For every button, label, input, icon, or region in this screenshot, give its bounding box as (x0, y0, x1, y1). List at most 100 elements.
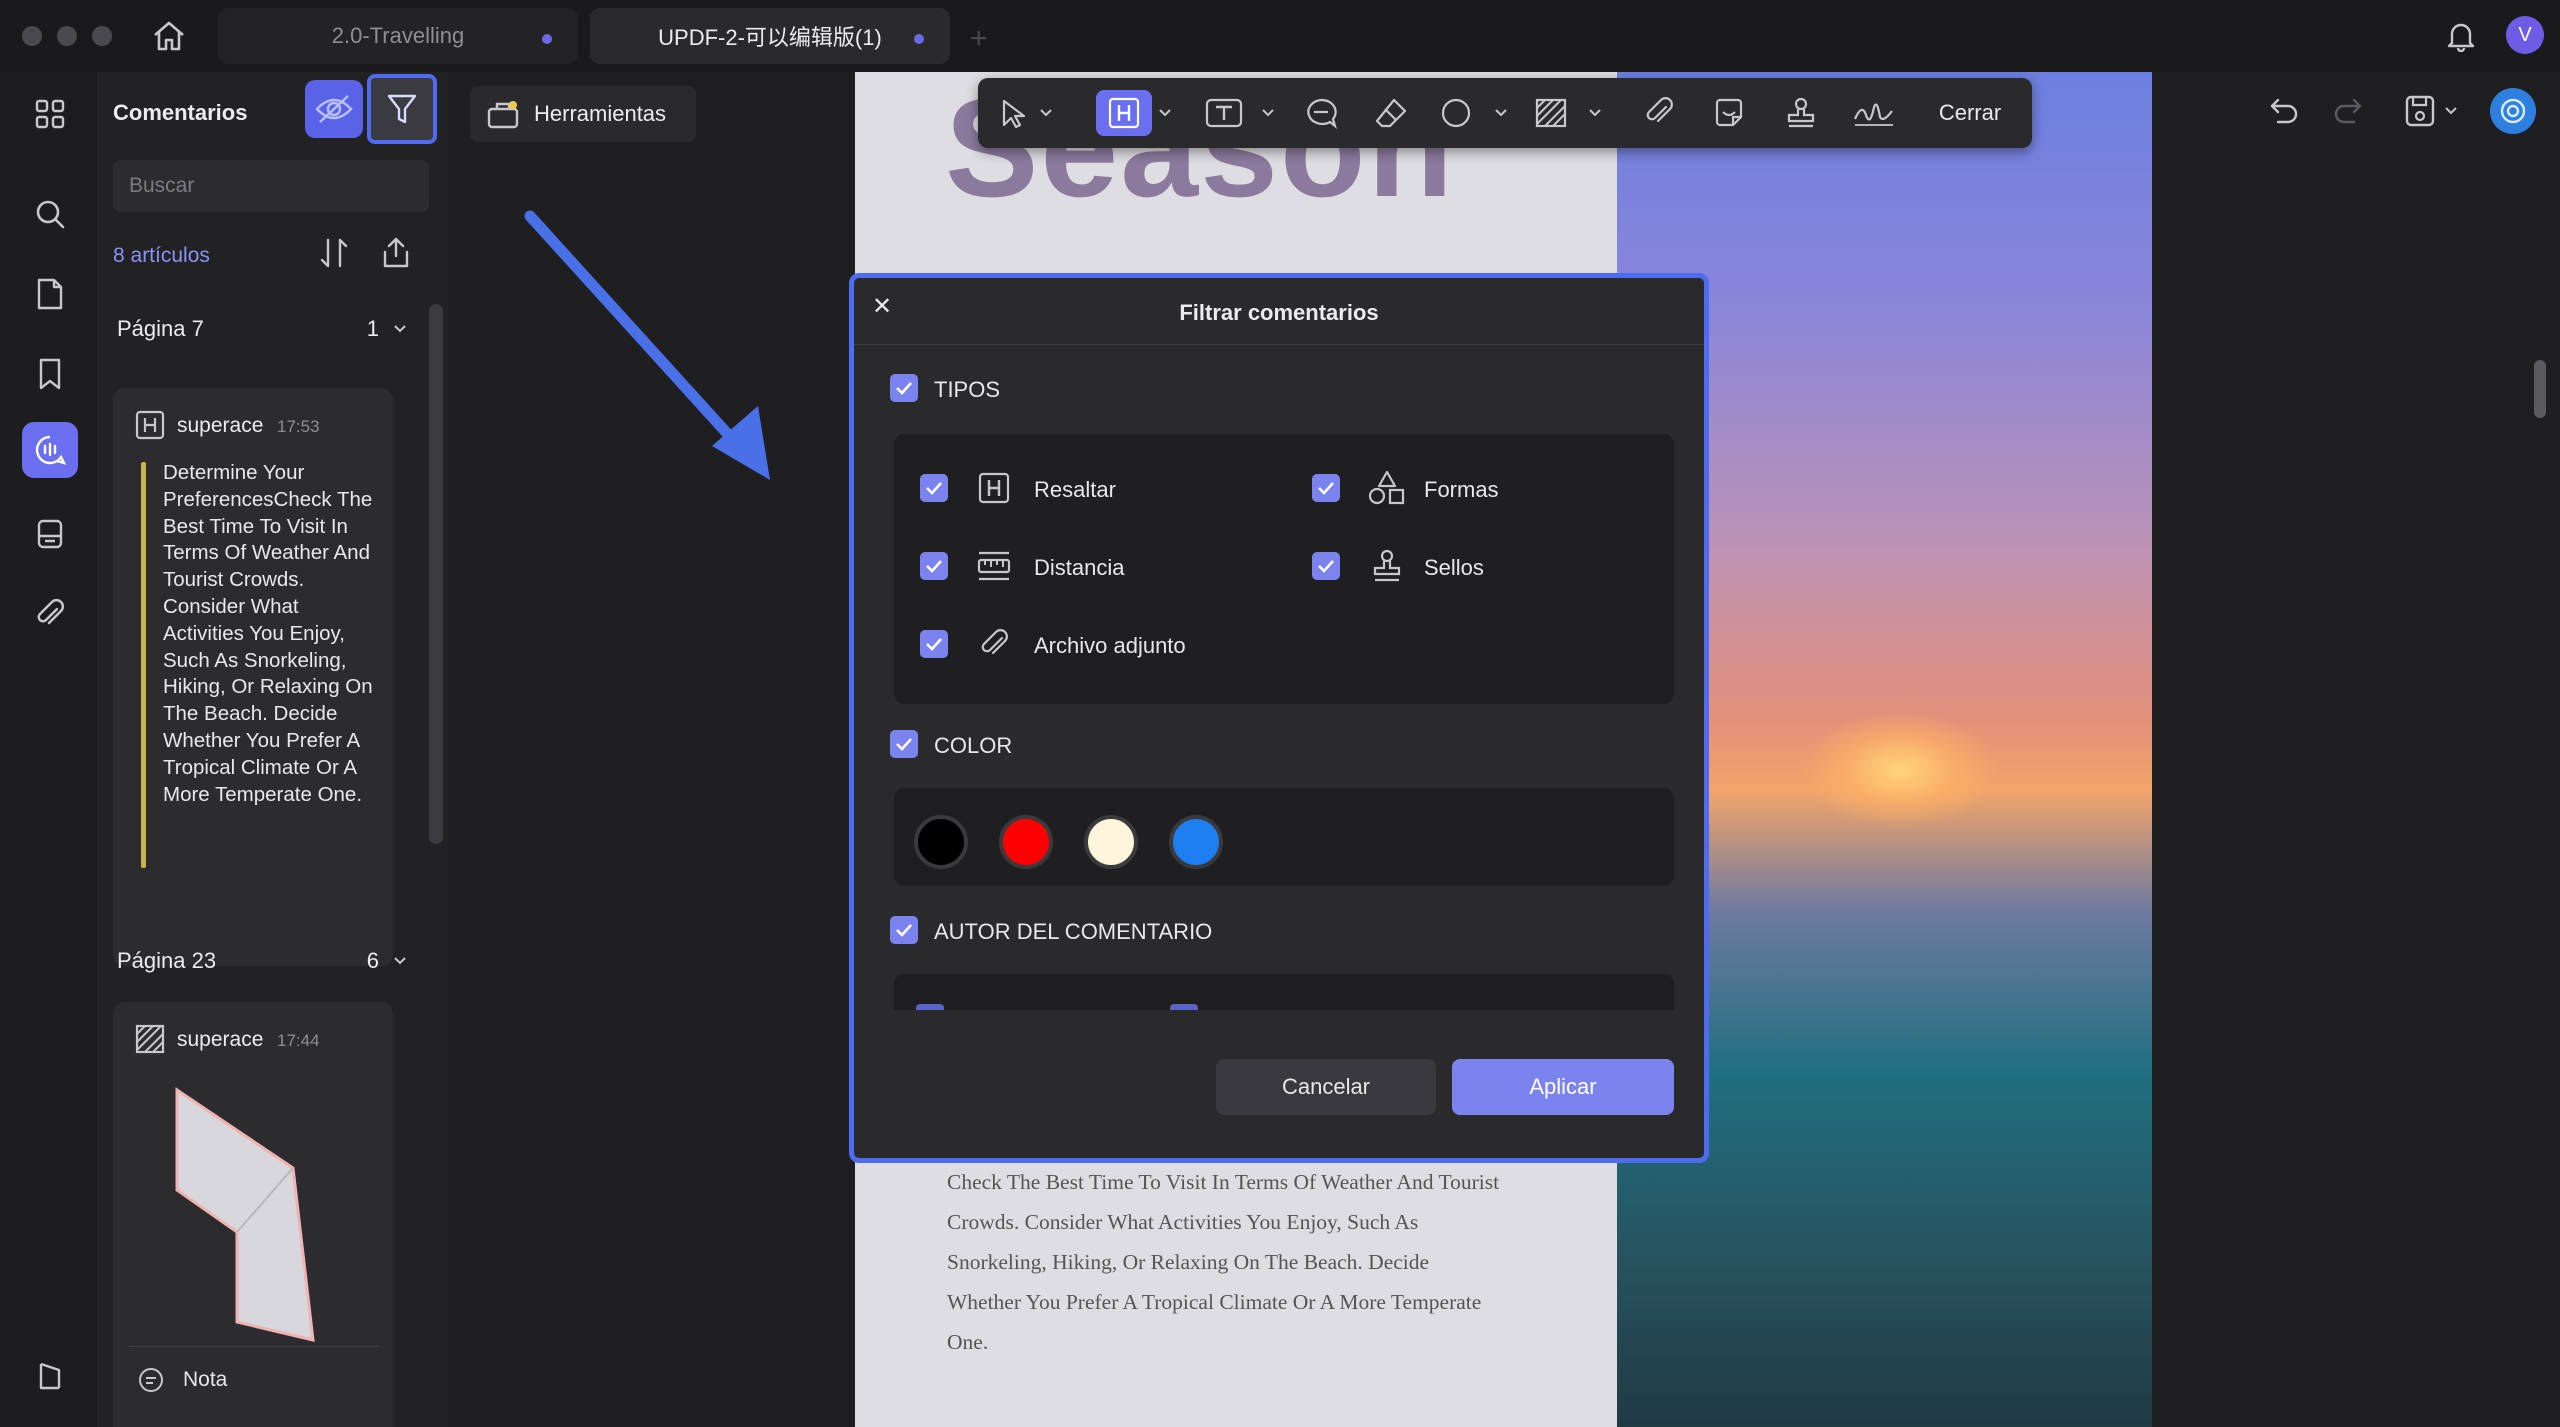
tab-label: UPDF-2-可以编辑版(1) (658, 25, 882, 50)
author-checkbox-partial[interactable] (916, 1004, 944, 1010)
highlight-bar (141, 462, 146, 868)
search-icon[interactable] (22, 186, 78, 242)
window-zoom-button[interactable] (92, 26, 112, 46)
sticker-icon (1715, 98, 1743, 127)
cancel-button[interactable]: Cancelar (1216, 1059, 1436, 1115)
eraser-tool-button[interactable] (1366, 90, 1416, 136)
window-close-button[interactable] (22, 26, 42, 46)
author-checkbox-partial[interactable] (1170, 1004, 1198, 1010)
sellos-checkbox[interactable] (1312, 552, 1340, 580)
type-label: Sellos (1424, 555, 1484, 580)
attach-tool-button[interactable] (1636, 90, 1682, 136)
ai-assistant-icon[interactable] (2490, 88, 2536, 134)
comment-count: 8 artículos (113, 244, 210, 267)
color-section (894, 788, 1674, 886)
add-tab-icon[interactable]: + (970, 22, 988, 56)
comments-panel-icon[interactable] (22, 422, 78, 478)
page-group-header[interactable]: Página 7 1 (117, 316, 407, 342)
signature-tool-button[interactable] (1846, 90, 1902, 136)
document-scrollbar[interactable] (2534, 360, 2546, 418)
dialog-title: Filtrar comentarios (1179, 300, 1379, 325)
note-icon (137, 1366, 165, 1394)
comments-sidebar: Comentarios Buscar 8 artículos Página 7 … (99, 72, 449, 1427)
type-label: Distancia (1034, 555, 1125, 580)
comment-card[interactable]: superace 17:53 Determine Your Preference… (113, 388, 393, 966)
tools-button[interactable]: Herramientas (470, 86, 696, 142)
apply-button[interactable]: Aplicar (1452, 1059, 1674, 1115)
comment-author: superace (177, 414, 264, 437)
comment-author: Nota (183, 1368, 228, 1391)
close-toolbar-button[interactable]: Cerrar (1922, 90, 2018, 136)
filter-comments-dialog: ✕ Filtrar comentarios TIPOS Resaltar For… (849, 273, 1709, 1163)
type-label: Formas (1424, 477, 1499, 502)
home-icon[interactable] (152, 20, 186, 52)
tab-updf[interactable]: UPDF-2-可以编辑版(1) (590, 8, 950, 64)
apps-grid-icon[interactable] (22, 86, 78, 142)
stamp-tool-button[interactable] (1776, 90, 1826, 136)
bell-icon[interactable] (2446, 20, 2476, 52)
save-icon[interactable] (2404, 94, 2464, 128)
toolbox-icon (486, 99, 520, 129)
area-tool-button[interactable] (1534, 90, 1614, 136)
color-swatch-red[interactable] (999, 815, 1053, 869)
sidebar-title: Comentarios (113, 100, 248, 125)
author-header: AUTOR DEL COMENTARIO (934, 919, 1213, 944)
color-swatch-black[interactable] (914, 815, 968, 869)
sidebar-scrollbar[interactable] (429, 304, 443, 844)
archivo-adjunto-checkbox[interactable] (920, 630, 948, 658)
speech-bubble-icon (1307, 98, 1338, 129)
forms-icon[interactable] (22, 506, 78, 562)
signature-icon (1853, 103, 1893, 126)
types-checkbox[interactable] (890, 374, 918, 402)
tab-travelling[interactable]: 2.0-Travelling (218, 8, 578, 64)
distancia-checkbox[interactable] (920, 552, 948, 580)
page-group-label: Página 23 (117, 948, 217, 973)
text-tool-button[interactable] (1198, 90, 1284, 136)
window-minimize-button[interactable] (57, 26, 77, 46)
author-section (894, 974, 1674, 1010)
bookmark-icon[interactable] (22, 346, 78, 402)
highlight-tool-button[interactable] (1096, 90, 1152, 136)
chevron-down-icon (394, 325, 406, 333)
title-bar: 2.0-Travelling UPDF-2-可以编辑版(1) + V (0, 0, 2560, 73)
sticker-tool-button[interactable] (1704, 90, 1754, 136)
search-input[interactable]: Buscar (113, 160, 429, 212)
paperclip-icon (1646, 97, 1673, 123)
undo-icon[interactable] (2268, 96, 2300, 126)
dialog-divider (854, 344, 1704, 345)
color-swatch-cream[interactable] (1084, 815, 1138, 869)
resaltar-checkbox[interactable] (920, 474, 948, 502)
author-checkbox[interactable] (890, 916, 918, 944)
filter-button[interactable] (367, 74, 437, 144)
color-checkbox[interactable] (890, 730, 918, 758)
attachment-icon[interactable] (22, 586, 78, 642)
chevron-down-icon (1159, 109, 1171, 117)
pages-icon[interactable] (22, 266, 78, 322)
shape-tool-button[interactable] (1438, 90, 1518, 136)
avatar[interactable]: V (2506, 16, 2544, 54)
color-header: COLOR (934, 733, 1013, 758)
stamp-icon (1787, 97, 1815, 128)
redo-icon[interactable] (2332, 96, 2364, 126)
ruler-icon (976, 550, 1012, 582)
page-body-text: Check The Best Time To Visit In Terms Of… (947, 1170, 1500, 1354)
comment-tool-button[interactable] (1296, 90, 1346, 136)
export-icon[interactable] (379, 236, 413, 270)
cursor-icon (1002, 99, 1052, 128)
eraser-icon (1375, 98, 1407, 128)
hide-comments-button[interactable] (305, 80, 363, 138)
comment-author: superace (177, 1028, 264, 1051)
select-tool-button[interactable] (992, 90, 1062, 136)
highlight-icon (135, 410, 165, 440)
page-group-count: 1 (366, 316, 379, 341)
comment-card[interactable]: superace 17:44 Nota (113, 1002, 393, 1427)
sort-icon[interactable] (317, 236, 351, 270)
formas-checkbox[interactable] (1312, 474, 1340, 502)
color-swatch-blue[interactable] (1169, 815, 1223, 869)
page-group-header[interactable]: Página 23 6 (117, 948, 407, 974)
highlight-dropdown[interactable] (1154, 90, 1176, 136)
divider (129, 1346, 379, 1347)
layers-icon[interactable] (22, 1348, 78, 1404)
sun-glow (1800, 710, 2000, 830)
comment-time: 17:44 (277, 1031, 320, 1050)
